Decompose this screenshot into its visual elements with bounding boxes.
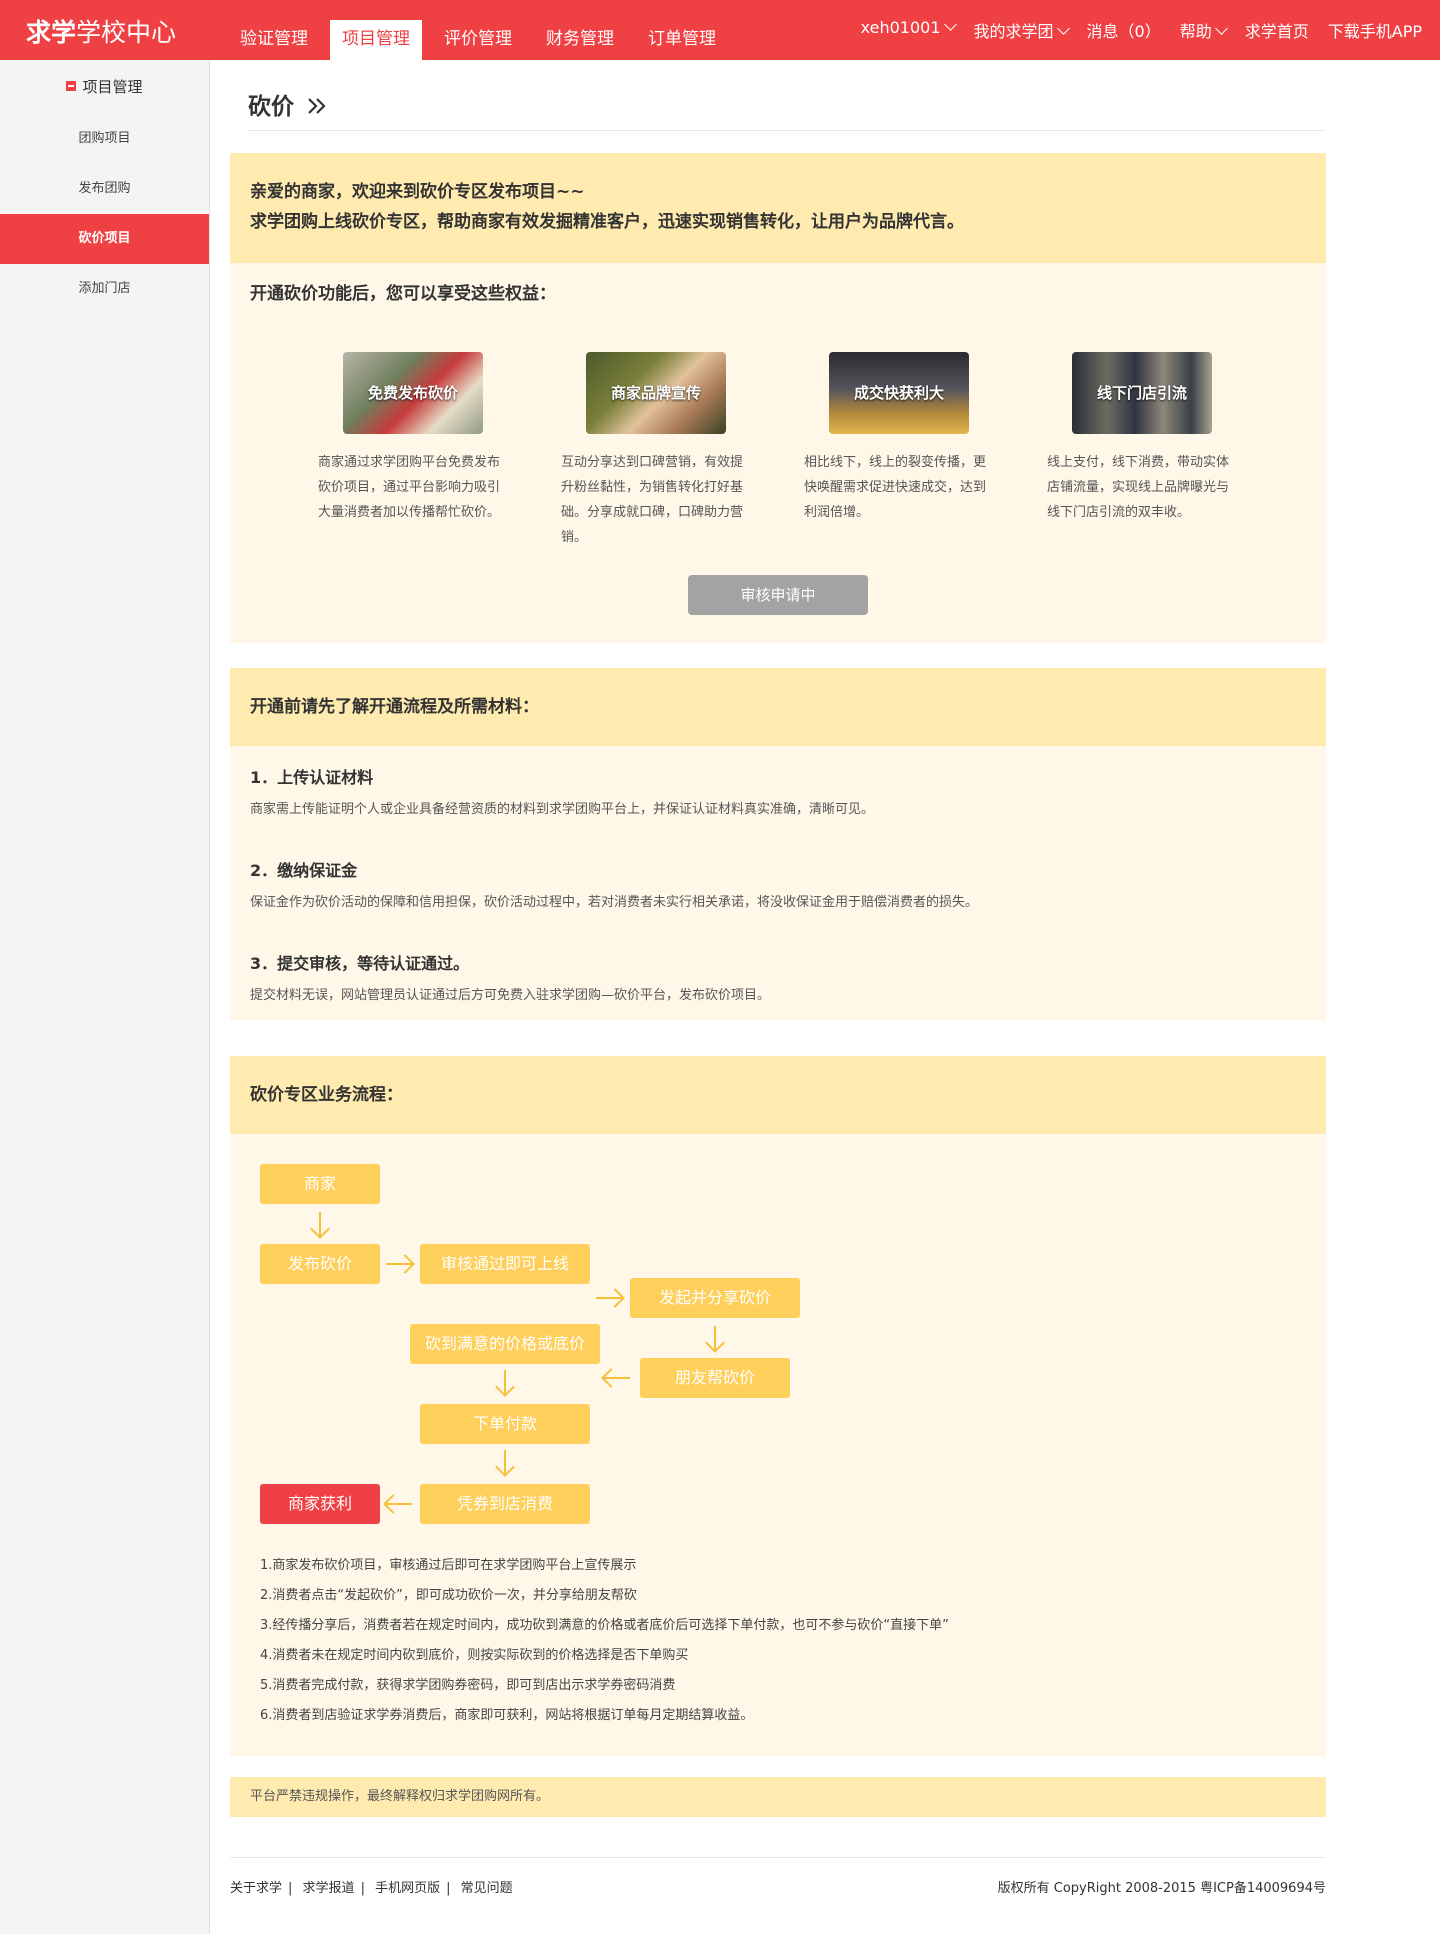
sidebar-item-add-store[interactable]: 添加门店 (0, 264, 209, 314)
step-desc: 保证金作为砍价活动的保障和信用担保，砍价活动过程中，若对消费者未实行相关承诺，将… (250, 895, 979, 910)
footer-link-mobile[interactable]: 手机网页版 (375, 1881, 440, 1896)
my-group-menu[interactable]: 我的求学团 (973, 18, 1070, 42)
flow-section: 砍价专区业务流程： 商家 发布砍价 审核通过即可上线 发起并分享砍价 朋友帮砍价… (230, 1056, 1326, 1756)
benefit-desc: 相比线下，线上的裂变传播，更快唤醒需求促进快速成交，达到利润倍增。 (804, 455, 987, 520)
flow-notes: 1.商家发布砍价项目，审核通过后即可在求学团购平台上宣传展示 2.消费者点击“发… (260, 1551, 949, 1731)
sidebar-item-bargain-projects[interactable]: 砍价项目 (0, 214, 209, 264)
arrow-right-icon (386, 1263, 412, 1265)
welcome-line-2: 求学团购上线砍价专区，帮助商家有效发掘精准客户，迅速实现销售转化，让用户为品牌代… (250, 212, 964, 232)
flow-heading: 砍价专区业务流程： (230, 1056, 1326, 1134)
arrow-down-icon (319, 1212, 321, 1236)
step-item: 2．缴纳保证金 保证金作为砍价活动的保障和信用担保，砍价活动过程中，若对消费者未… (230, 857, 1326, 910)
step-desc: 提交材料无误，网站管理员认证通过后方可免费入驻求学团购—砍价平台，发布砍价项目。 (250, 988, 771, 1003)
note-item: 2.消费者点击“发起砍价”，即可成功砍价一次，并分享给朋友帮砍 (260, 1588, 637, 1603)
main-nav: 验证管理 项目管理 评价管理 财务管理 订单管理 (228, 20, 738, 60)
step-title: 1．上传认证材料 (250, 768, 374, 787)
sidebar: 项目管理 团购项目 发布团购 砍价项目 添加门店 (0, 60, 210, 1934)
benefit-desc: 互动分享达到口碑营销，有效提升粉丝黏性，为销售转化打好基础。分享成就口碑，口碑助… (561, 455, 744, 545)
flow-box-satisfied: 砍到满意的价格或底价 (410, 1324, 600, 1364)
user-menu[interactable]: xeh01001 (860, 18, 957, 42)
chevron-down-icon (1214, 22, 1228, 35)
benefit-image-offline-store: 线下门店引流 (1072, 352, 1212, 434)
chevron-down-icon (1056, 22, 1070, 35)
flow-box-review: 审核通过即可上线 (420, 1244, 590, 1284)
note-item: 5.消费者完成付款，获得求学团购券密码，即可到店出示求学券密码消费 (260, 1678, 676, 1693)
benefit-card: 成交快获利大 相比线下，线上的裂变传播，更快唤醒需求促进快速成交，达到利润倍增。 (804, 352, 1047, 550)
footer-link-news[interactable]: 求学报道 (303, 1881, 355, 1896)
step-item: 3．提交审核，等待认证通过。 提交材料无误，网站管理员认证通过后方可免费入驻求学… (230, 950, 1326, 1003)
note-item: 3.经传播分享后，消费者若在规定时间内，成功砍到满意的价格或者底价后可选择下单付… (260, 1618, 949, 1633)
note-item: 4.消费者未在规定时间内砍到底价，则按实际砍到的价格选择是否下单购买 (260, 1648, 689, 1663)
footer-links: 关于求学 | 求学报道 | 手机网页版 | 常见问题 (230, 1881, 513, 1896)
logo[interactable]: 求学学校中心 (26, 13, 176, 49)
platform-notice: 平台严禁违规操作，最终解释权归求学团购网所有。 (230, 1777, 1326, 1817)
nav-reviews[interactable]: 评价管理 (432, 20, 524, 60)
arrow-down-icon (714, 1326, 716, 1350)
top-bar: 求学学校中心 验证管理 项目管理 评价管理 财务管理 订单管理 xeh01001… (0, 0, 1440, 60)
download-app-link[interactable]: 下载手机APP (1328, 18, 1422, 42)
benefit-card: 商家品牌宣传 互动分享达到口碑营销，有效提升粉丝黏性，为销售转化打好基础。分享成… (561, 352, 804, 550)
process-section: 开通前请先了解开通流程及所需材料： 1．上传认证材料 商家需上传能证明个人或企业… (230, 668, 1326, 1020)
flow-box-order: 下单付款 (420, 1404, 590, 1444)
flow-box-profit: 商家获利 (260, 1484, 380, 1524)
process-heading: 开通前请先了解开通流程及所需材料： (230, 668, 1326, 746)
benefit-image-brand: 商家品牌宣传 (586, 352, 726, 434)
footer-link-faq[interactable]: 常见问题 (461, 1881, 513, 1896)
flow-box-publish: 发布砍价 (260, 1244, 380, 1284)
benefit-image-free-publish: 免费发布砍价 (343, 352, 483, 434)
note-item: 6.消费者到店验证求学券消费后，商家即可获利，网站将根据订单每月定期结算收益。 (260, 1708, 754, 1723)
benefit-card: 线下门店引流 线上支付，线下消费，带动实体店铺流量，实现线上品牌曝光与线下门店引… (1047, 352, 1290, 550)
benefits-heading: 开通砍价功能后，您可以享受这些权益： (250, 284, 556, 304)
username: xeh01001 (860, 18, 941, 37)
application-pending-button[interactable]: 审核申请中 (688, 575, 868, 615)
divider (248, 130, 1326, 131)
sidebar-title[interactable]: 项目管理 (0, 60, 209, 114)
benefit-card: 免费发布砍价 商家通过求学团购平台免费发布砍价项目，通过平台影响力吸引大量消费者… (318, 352, 561, 550)
nav-verify[interactable]: 验证管理 (228, 20, 320, 60)
help-menu[interactable]: 帮助 (1179, 18, 1228, 42)
flow-box-friends: 朋友帮砍价 (640, 1358, 790, 1398)
chevron-down-icon (943, 18, 957, 31)
step-title: 2．缴纳保证金 (250, 861, 358, 880)
welcome-banner: 亲爱的商家，欢迎来到砍价专区发布项目~~ 求学团购上线砍价专区，帮助商家有效发掘… (230, 153, 1326, 263)
flow-box-consume: 凭券到店消费 (420, 1484, 590, 1524)
footer-link-about[interactable]: 关于求学 (230, 1881, 282, 1896)
step-item: 1．上传认证材料 商家需上传能证明个人或企业具备经营资质的材料到求学团购平台上，… (230, 764, 1326, 817)
benefit-image-fast-deal: 成交快获利大 (829, 352, 969, 434)
sidebar-item-publish-group[interactable]: 发布团购 (0, 164, 209, 214)
flow-box-merchant: 商家 (260, 1164, 380, 1204)
copyright: 版权所有 CopyRight 2008-2015 粤ICP备14009694号 (997, 1881, 1326, 1896)
arrow-down-icon (504, 1370, 506, 1394)
step-title: 3．提交审核，等待认证通过。 (250, 954, 470, 973)
page-title: 砍价 (248, 87, 328, 121)
double-chevron-right-icon (308, 97, 326, 114)
flow-area: 商家 发布砍价 审核通过即可上线 发起并分享砍价 朋友帮砍价 砍到满意的价格或底… (230, 1134, 1326, 1756)
welcome-line-1: 亲爱的商家，欢迎来到砍价专区发布项目~~ (250, 182, 585, 202)
arrow-left-icon (386, 1503, 412, 1505)
top-right-menu: xeh01001 我的求学团 消息（0） 帮助 求学首页 下载手机APP (842, 18, 1422, 42)
divider (230, 1857, 1326, 1858)
arrow-down-icon (504, 1450, 506, 1474)
nav-orders[interactable]: 订单管理 (636, 20, 728, 60)
sidebar-item-group-projects[interactable]: 团购项目 (0, 114, 209, 164)
benefit-desc: 商家通过求学团购平台免费发布砍价项目，通过平台影响力吸引大量消费者加以传播帮忙砍… (318, 455, 501, 520)
help-label: 帮助 (1179, 22, 1212, 41)
arrow-right-icon (596, 1297, 622, 1299)
collapse-icon (66, 80, 77, 91)
benefit-desc: 线上支付，线下消费，带动实体店铺流量，实现线上品牌曝光与线下门店引流的双丰收。 (1047, 455, 1230, 520)
arrow-left-icon (604, 1377, 630, 1379)
home-link[interactable]: 求学首页 (1245, 18, 1309, 42)
benefits-list: 免费发布砍价 商家通过求学团购平台免费发布砍价项目，通过平台影响力吸引大量消费者… (230, 352, 1326, 550)
benefits-section: 亲爱的商家，欢迎来到砍价专区发布项目~~ 求学团购上线砍价专区，帮助商家有效发掘… (230, 153, 1326, 643)
nav-finance[interactable]: 财务管理 (534, 20, 626, 60)
flow-box-share: 发起并分享砍价 (630, 1278, 800, 1318)
messages-link[interactable]: 消息（0） (1087, 18, 1161, 42)
my-group-label: 我的求学团 (973, 22, 1054, 41)
note-item: 1.商家发布砍价项目，审核通过后即可在求学团购平台上宣传展示 (260, 1558, 637, 1573)
step-desc: 商家需上传能证明个人或企业具备经营资质的材料到求学团购平台上，并保证认证材料真实… (250, 802, 875, 817)
nav-projects[interactable]: 项目管理 (330, 20, 422, 60)
